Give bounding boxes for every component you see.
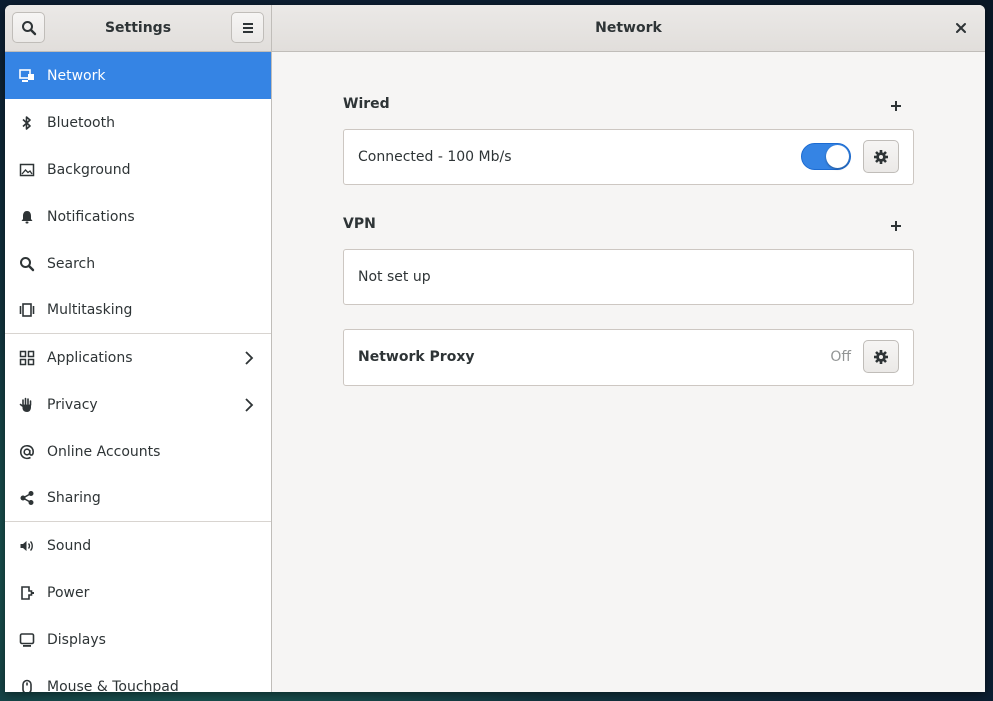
chevron-right-icon: [245, 351, 254, 365]
vpn-section-title: VPN: [343, 216, 376, 232]
network-proxy-status: Off: [830, 349, 851, 365]
bell-icon: [19, 209, 35, 225]
sidebar-item-sharing[interactable]: Sharing: [5, 475, 271, 522]
sidebar-item-label: Sound: [47, 537, 92, 554]
toggle-knob: [826, 145, 849, 168]
sidebar-item-label: Sharing: [47, 490, 101, 506]
wired-toggle-switch[interactable]: [801, 143, 851, 170]
sidebar-item-label: Applications: [47, 349, 133, 366]
share-icon: [19, 490, 35, 506]
sidebar-item-multitasking[interactable]: Multitasking: [5, 287, 271, 334]
sidebar-item-background[interactable]: Background: [5, 146, 271, 193]
wired-connection-row: Connected - 100 Mb/s: [343, 129, 914, 185]
sidebar-item-label: Power: [47, 584, 90, 601]
sidebar-item-mouse-touchpad[interactable]: Mouse & Touchpad: [5, 663, 271, 692]
at-icon: [19, 444, 35, 460]
sidebar-item-online-accounts[interactable]: Online Accounts: [5, 428, 271, 475]
sidebar-item-label: Bluetooth: [47, 114, 115, 131]
plus-icon: [891, 101, 901, 111]
bluetooth-icon: [19, 115, 35, 131]
network-proxy-settings-button[interactable]: [863, 340, 899, 373]
network-icon: [19, 68, 35, 84]
network-proxy-row[interactable]: Network Proxy Off: [343, 329, 914, 386]
power-icon: [19, 585, 35, 601]
gear-icon: [874, 349, 888, 364]
sidebar-item-label: Privacy: [47, 396, 98, 413]
plus-icon: [891, 221, 901, 231]
sidebar-item-label: Network: [47, 67, 106, 84]
close-icon: [956, 23, 966, 33]
sidebar-item-bluetooth[interactable]: Bluetooth: [5, 99, 271, 146]
settings-window: Settings Network Network Bluetooth Backg…: [5, 5, 985, 692]
panel-title: Network: [595, 20, 662, 36]
hamburger-menu-icon: [242, 22, 253, 33]
sidebar-item-displays[interactable]: Displays: [5, 616, 271, 663]
sidebar-item-search[interactable]: Search: [5, 240, 271, 287]
vpn-row: Not set up: [343, 249, 914, 305]
sidebar-item-sound[interactable]: Sound: [5, 522, 271, 569]
speaker-icon: [19, 538, 35, 554]
sidebar-item-privacy[interactable]: Privacy: [5, 381, 271, 428]
hand-icon: [19, 397, 35, 413]
wired-connection-status: Connected - 100 Mb/s: [358, 149, 512, 165]
sidebar-item-label: Search: [47, 255, 96, 272]
background-icon: [19, 162, 35, 178]
sidebar-item-label: Mouse & Touchpad: [47, 678, 179, 693]
add-vpn-button[interactable]: [886, 216, 906, 236]
vpn-status: Not set up: [358, 269, 431, 285]
sidebar: Network Bluetooth Background Notificatio…: [5, 52, 272, 692]
wired-settings-button[interactable]: [863, 140, 899, 173]
sidebar-item-network[interactable]: Network: [5, 52, 271, 99]
display-icon: [19, 632, 35, 648]
mouse-icon: [19, 679, 35, 692]
sidebar-item-label: Multitasking: [47, 302, 133, 318]
sidebar-item-label: Notifications: [47, 208, 135, 225]
search-icon: [19, 256, 35, 272]
sidebar-item-label: Online Accounts: [47, 443, 161, 460]
search-button[interactable]: [12, 12, 45, 43]
network-proxy-label: Network Proxy: [358, 349, 475, 365]
sidebar-item-applications[interactable]: Applications: [5, 334, 271, 381]
sidebar-title: Settings: [104, 20, 172, 36]
chevron-right-icon: [245, 398, 254, 412]
sidebar-item-notifications[interactable]: Notifications: [5, 193, 271, 240]
header-bar: Settings Network: [5, 5, 985, 52]
sidebar-item-power[interactable]: Power: [5, 569, 271, 616]
close-button[interactable]: [951, 18, 971, 38]
sidebar-item-label: Background: [47, 161, 131, 178]
search-icon: [21, 20, 36, 35]
network-panel: Wired Connected - 100 Mb/s VPN Not set u…: [272, 52, 985, 692]
add-wired-connection-button[interactable]: [886, 96, 906, 116]
multitasking-icon: [19, 302, 35, 318]
primary-menu-button[interactable]: [231, 12, 264, 43]
gear-icon: [874, 149, 888, 164]
wired-section-title: Wired: [343, 96, 390, 112]
applications-icon: [19, 350, 35, 366]
sidebar-item-label: Displays: [47, 631, 106, 648]
